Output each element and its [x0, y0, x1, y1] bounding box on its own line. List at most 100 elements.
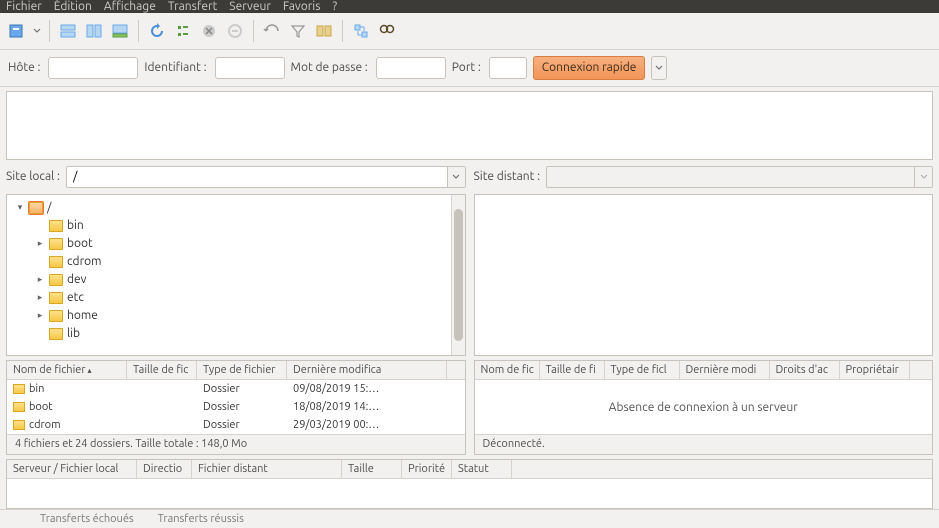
quickconnect-bar: Hôte : Identifiant : Mot de passe : Port… — [0, 50, 939, 87]
footer-tabs: Transferts échoués Transferts réussis — [0, 509, 939, 528]
tree-item[interactable]: ▸ dev — [9, 271, 449, 289]
list-item[interactable]: binDossier09/08/2019 15:… — [7, 380, 465, 398]
tree-label: lib — [67, 327, 80, 340]
column-header[interactable]: Droits d'ac — [770, 361, 840, 379]
remote-path-input — [547, 167, 914, 187]
user-input[interactable] — [215, 57, 285, 79]
tree-label: home — [67, 309, 98, 322]
column-header[interactable]: Fichier distant — [192, 460, 342, 478]
reconnect-icon[interactable] — [261, 20, 283, 42]
quickconnect-button[interactable]: Connexion rapide — [533, 56, 646, 80]
column-header[interactable]: Dernière modifica — [287, 361, 447, 379]
folder-icon — [13, 384, 25, 394]
local-tree[interactable]: ▾/bin▸bootcdrom▸dev▸etc▸homelib — [6, 194, 466, 356]
process-queue-icon[interactable] — [172, 20, 194, 42]
quickconnect-history-icon[interactable] — [651, 56, 667, 80]
remote-site-label: Site distant : — [474, 170, 541, 183]
column-header[interactable]: Type de ficl — [605, 361, 680, 379]
sync-browse-icon[interactable] — [350, 20, 372, 42]
column-header[interactable]: Type de fichier — [197, 361, 287, 379]
folder-icon — [49, 238, 63, 250]
tree-item[interactable]: ▸ etc — [9, 289, 449, 307]
menu-transfert[interactable]: Transfert — [168, 0, 217, 13]
disconnect-icon[interactable] — [224, 20, 246, 42]
folder-icon — [49, 310, 63, 322]
host-label: Hôte : — [8, 61, 40, 74]
local-path-combo[interactable] — [66, 166, 466, 188]
folder-icon — [49, 220, 63, 232]
column-header[interactable]: Nom de fichier▴ — [7, 361, 127, 379]
filter-icon[interactable] — [287, 20, 309, 42]
expander-icon[interactable]: ▸ — [35, 310, 45, 321]
menu-fichier[interactable]: Fichier — [6, 0, 42, 13]
tree-label: bin — [67, 219, 84, 232]
menu-favoris[interactable]: Favoris — [283, 0, 321, 13]
column-header[interactable]: Taille de fic — [127, 361, 197, 379]
compare-icon[interactable] — [313, 20, 335, 42]
menu-edition[interactable]: Édition — [54, 0, 92, 13]
toggle-tree-icon[interactable] — [83, 20, 105, 42]
list-item[interactable]: bootDossier18/08/2019 14:… — [7, 398, 465, 416]
cancel-icon[interactable] — [198, 20, 220, 42]
tree-label: / — [47, 201, 51, 214]
remote-file-list[interactable]: Nom de ficTaille de fiType de ficlDerniè… — [474, 360, 934, 455]
local-path-input[interactable] — [67, 167, 447, 187]
expander-icon[interactable]: ▸ — [35, 238, 45, 249]
sitemanager-icon[interactable] — [6, 20, 28, 42]
refresh-icon[interactable] — [146, 20, 168, 42]
scrollbar[interactable] — [451, 195, 465, 355]
local-file-list[interactable]: Nom de fichier▴Taille de ficType de fich… — [6, 360, 466, 455]
folder-icon — [13, 402, 25, 412]
tree-label: boot — [67, 237, 93, 250]
tab-queued[interactable] — [8, 512, 24, 526]
transfer-queue[interactable]: Serveur / Fichier localDirectioFichier d… — [6, 459, 933, 509]
expander-icon[interactable]: ▸ — [35, 274, 45, 285]
remote-tree[interactable] — [474, 194, 934, 356]
remote-status: Déconnecté. — [475, 434, 933, 454]
remote-empty-message: Absence de connexion à un serveur — [475, 401, 933, 414]
search-icon[interactable] — [376, 20, 398, 42]
host-input[interactable] — [48, 57, 138, 79]
column-header[interactable]: Nom de fic — [475, 361, 540, 379]
column-header[interactable]: Taille — [342, 460, 402, 478]
pass-input[interactable] — [376, 57, 446, 79]
chevron-down-icon — [914, 167, 932, 187]
tree-label: etc — [67, 291, 84, 304]
column-header[interactable]: Serveur / Fichier local — [7, 460, 137, 478]
toggle-queue-icon[interactable] — [109, 20, 131, 42]
folder-icon — [49, 328, 63, 340]
column-header[interactable]: Propriétair — [840, 361, 910, 379]
column-header[interactable]: Taille de fi — [540, 361, 605, 379]
menu-affichage[interactable]: Affichage — [104, 0, 156, 13]
sort-asc-icon: ▴ — [88, 366, 92, 375]
column-header[interactable]: Directio — [137, 460, 192, 478]
expander-icon[interactable]: ▸ — [35, 292, 45, 303]
folder-icon — [49, 256, 63, 268]
tree-label: dev — [67, 273, 87, 286]
expander-icon[interactable]: ▾ — [15, 202, 25, 213]
folder-icon — [49, 274, 63, 286]
toggle-log-icon[interactable] — [57, 20, 79, 42]
column-header[interactable]: Priorité — [402, 460, 452, 478]
tab-failed[interactable]: Transferts échoués — [32, 512, 142, 526]
user-label: Identifiant : — [144, 61, 206, 74]
menu-help[interactable]: ? — [332, 0, 337, 13]
tree-item[interactable]: ▾/ — [9, 199, 449, 217]
port-input[interactable] — [489, 57, 527, 79]
tree-item[interactable]: ▸ boot — [9, 235, 449, 253]
menubar: Fichier Édition Affichage Transfert Serv… — [0, 0, 939, 13]
column-header[interactable]: Statut — [452, 460, 512, 478]
tree-item[interactable]: cdrom — [9, 253, 449, 271]
pass-label: Mot de passe : — [291, 61, 368, 74]
tree-item[interactable]: ▸ home — [9, 307, 449, 325]
list-item[interactable]: cdromDossier29/03/2019 00:… — [7, 416, 465, 434]
column-header[interactable]: Dernière modi — [680, 361, 770, 379]
chevron-down-icon[interactable] — [447, 167, 465, 187]
tab-success[interactable]: Transferts réussis — [150, 512, 252, 526]
menu-serveur[interactable]: Serveur — [229, 0, 271, 13]
tree-item[interactable]: lib — [9, 325, 449, 343]
tree-item[interactable]: bin — [9, 217, 449, 235]
folder-icon — [29, 202, 43, 214]
sitemanager-dropdown-icon[interactable] — [32, 27, 42, 35]
message-log[interactable] — [6, 91, 933, 160]
